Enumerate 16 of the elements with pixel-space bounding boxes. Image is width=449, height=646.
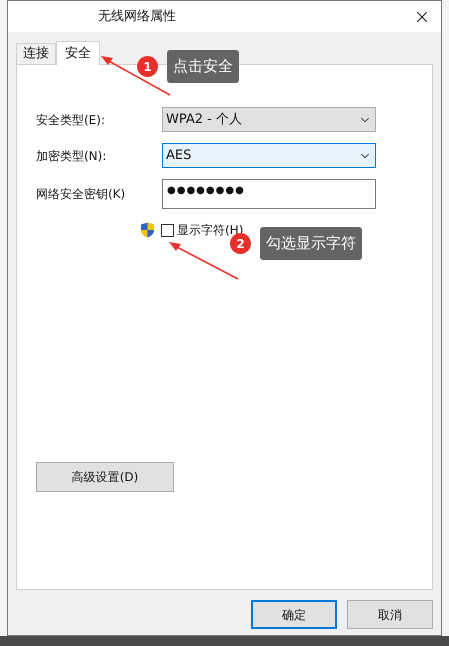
tab[interactable]: 安全 — [56, 41, 100, 65]
dialog-button[interactable]: 确定 — [251, 600, 337, 629]
callout: 勾选显示字符 — [260, 227, 362, 260]
dialog-button[interactable]: 取消 — [347, 600, 433, 629]
password-field[interactable]: ●●●●●●●● — [162, 179, 376, 209]
field-label: 网络安全密钥(K) — [36, 186, 126, 203]
window-title: 无线网络属性 — [98, 8, 176, 26]
field-label: 加密类型(N): — [36, 148, 108, 164]
checkbox[interactable] — [161, 224, 174, 236]
field-label: 安全类型(E): — [36, 112, 106, 128]
dropdown[interactable]: WPA2 - 个人 — [162, 107, 376, 132]
tab[interactable]: 连接 — [16, 43, 56, 64]
advanced-settings-button[interactable]: 高级设置(D) — [36, 462, 174, 492]
shield-icon — [140, 222, 155, 238]
dropdown[interactable]: AES — [162, 143, 376, 168]
callout: 点击安全 — [167, 50, 239, 83]
